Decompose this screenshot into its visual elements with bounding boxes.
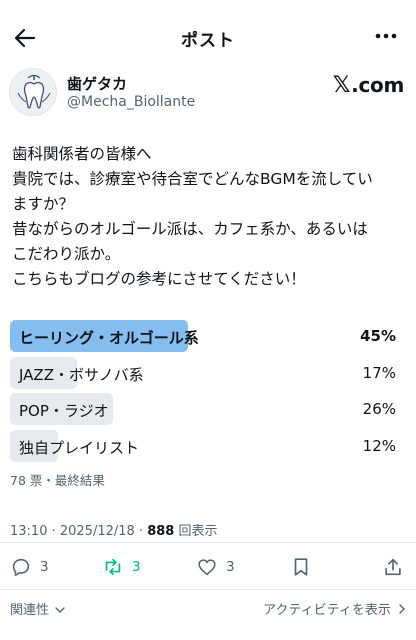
repost-icon (105, 558, 121, 576)
view-activity-link[interactable]: アクティビティを表示 (263, 599, 406, 618)
views-label: 回表示 (174, 524, 218, 539)
post-text: 歯科関係者の皆様へ 貴院では、診療室や待合室でどんなBGMを流してい ますか？ … (12, 142, 410, 292)
chevron-down-icon (55, 607, 65, 613)
share-button[interactable] (382, 554, 404, 580)
heart-icon (198, 559, 216, 576)
poll-option-label: POP・ラジオ (19, 402, 109, 420)
top-bar: ポスト (0, 18, 416, 58)
page-title: ポスト (181, 31, 235, 51)
post-detail-screen: ポスト 歯ゲタカ @Mecha_Biollante 𝕏.com 歯科関係者の皆様… (0, 0, 416, 640)
post-timestamp: 13:10 · 2025/12/18 · 888 回表示 (10, 520, 217, 539)
bookmark-icon (294, 558, 308, 576)
post-text-line: こだわり派か。 (12, 245, 121, 263)
view-activity-label: アクティビティを表示 (263, 603, 391, 618)
post-text-line: こちらもブログの参考にさせてください！ (12, 270, 306, 288)
reply-button[interactable]: 3 (10, 554, 49, 580)
post-text-line: 貴院では、診療室や待合室でどんなBGMを流してい (12, 170, 373, 188)
reply-icon (12, 558, 30, 577)
author-handle[interactable]: @Mecha_Biollante (67, 94, 195, 110)
poll-option: ヒーリング・オルゴール系 45% (10, 320, 406, 352)
poll-option: 独自プレイリスト 12% (10, 429, 406, 462)
poll-results-meta: 78 票・最終結果 (10, 473, 105, 488)
x-logo-icon: 𝕏 (332, 73, 351, 98)
post-text-line: 歯科関係者の皆様へ (12, 145, 152, 163)
divider (0, 589, 416, 590)
repost-button[interactable]: 3 (102, 554, 141, 580)
poll-option-percent: 45% (360, 327, 396, 345)
poll-option-percent: 17% (362, 363, 396, 382)
post-text-line: ますか？ (12, 195, 75, 213)
post-text-line: 昔ながらのオルゴール派は、カフェ系か、あるいは (12, 220, 368, 238)
poll-option: JAZZ・ボサノバ系 17% (10, 356, 406, 389)
chevron-right-icon (399, 604, 405, 614)
sort-relevance-button[interactable]: 関連性 (10, 599, 65, 618)
divider (0, 542, 416, 543)
reply-count: 3 (40, 559, 49, 575)
poll-option-label: ヒーリング・オルゴール系 (19, 329, 199, 347)
poll-option-percent: 12% (362, 436, 396, 455)
repost-count: 3 (132, 559, 141, 575)
like-button[interactable]: 3 (196, 554, 235, 580)
poll: ヒーリング・オルゴール系 45% JAZZ・ボサノバ系 17% POP・ラジオ … (10, 320, 406, 466)
tooth-logo-icon (17, 74, 51, 109)
share-icon (385, 558, 401, 576)
poll-option-label: JAZZ・ボサノバ系 (19, 365, 144, 384)
more-button[interactable] (370, 22, 402, 50)
timestamp-date: 13:10 · 2025/12/18 · (10, 524, 148, 539)
like-count: 3 (226, 559, 235, 575)
poll-option: POP・ラジオ 26% (10, 393, 406, 425)
source-domain: .com (351, 73, 404, 97)
poll-option-percent: 26% (362, 400, 396, 418)
avatar[interactable] (9, 68, 57, 116)
bookmark-button[interactable] (290, 554, 312, 580)
more-horizontal-icon (375, 33, 397, 39)
views-count: 888 (147, 524, 175, 539)
sort-relevance-label: 関連性 (10, 603, 50, 618)
poll-option-label: 独自プレイリスト (19, 438, 140, 457)
source-label: 𝕏.com (332, 73, 405, 98)
author-display-name[interactable]: 歯ゲタカ (67, 73, 127, 94)
